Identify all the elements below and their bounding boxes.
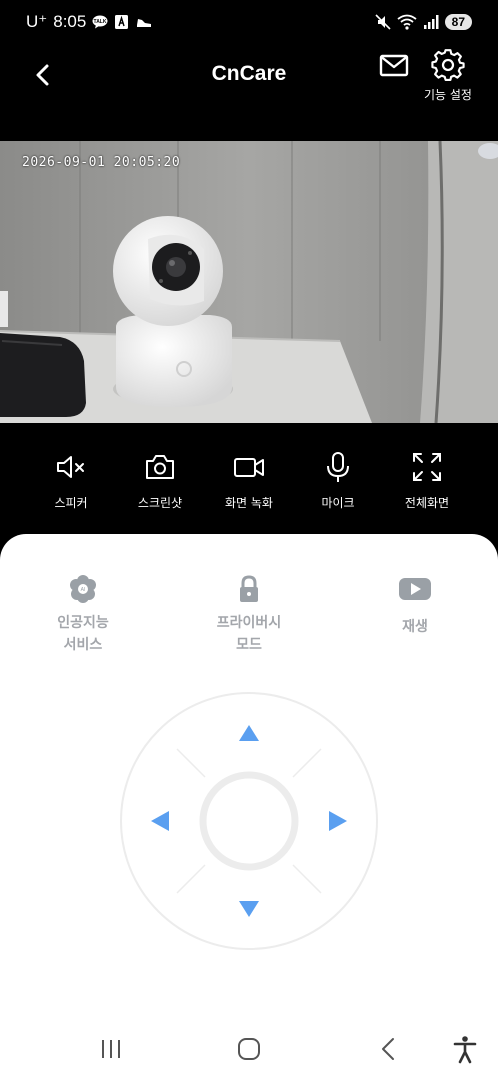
signal-icon [423, 15, 439, 29]
status-right: 87 [375, 14, 472, 30]
talk-icon: TALK [92, 15, 108, 29]
svg-text:AI: AI [81, 587, 86, 593]
privacy-mode-label-1: 프라이버시 [216, 615, 282, 631]
microphone-icon [327, 452, 349, 482]
fullscreen-label: 전체화면 [404, 496, 450, 510]
home-icon[interactable] [234, 1034, 264, 1064]
status-bar: U⁺ 8:05 TALK 87 [0, 0, 498, 44]
privacy-mode-label-2: 모드 [236, 637, 262, 653]
svg-text:TALK: TALK [94, 19, 107, 25]
microphone-button[interactable]: 마이크 [293, 450, 383, 511]
mute-icon [375, 14, 391, 30]
settings-button[interactable]: 기능 설정 [418, 48, 478, 108]
gear-icon [431, 49, 465, 81]
fullscreen-icon [413, 453, 441, 481]
ai-service-label-1: 인공지능 [57, 615, 109, 631]
status-left: U⁺ 8:05 TALK [26, 12, 152, 32]
battery-indicator: 87 [444, 14, 472, 30]
speaker-muted-icon [57, 456, 84, 478]
microphone-label: 마이크 [321, 496, 355, 510]
wifi-icon [397, 14, 417, 30]
screen-record-button[interactable]: 화면 녹화 [204, 450, 294, 511]
play-icon [399, 578, 431, 600]
status-time: 8:05 [53, 12, 87, 31]
camera-icon [146, 455, 174, 479]
playback-label: 재생 [402, 619, 428, 635]
settings-label: 기능 설정 [424, 88, 472, 102]
fullscreen-button[interactable]: 전체화면 [382, 450, 472, 511]
recent-apps-icon[interactable] [96, 1034, 126, 1064]
screenshot-label: 스크린샷 [137, 496, 183, 510]
control-panel: AI 인공지능 서비스 프라이버시 모드 재생 [0, 534, 498, 1080]
video-record-icon [234, 458, 264, 477]
ptz-joystick[interactable] [119, 691, 379, 951]
screenshot-button[interactable]: 스크린샷 [115, 450, 205, 511]
ai-service-button[interactable]: AI 인공지능 서비스 [23, 574, 143, 656]
privacy-mode-button[interactable]: 프라이버시 모드 [189, 574, 309, 656]
ai-flower-icon: AI [70, 575, 96, 603]
video-frame-image [0, 141, 498, 423]
speaker-label: 스피커 [54, 496, 88, 510]
screen-record-label: 화면 녹화 [225, 496, 273, 510]
system-nav-bar [0, 1020, 498, 1080]
carrier-label: U⁺ [26, 12, 48, 31]
nav-back-icon[interactable] [374, 1034, 404, 1064]
video-controls: 스피커 스크린샷 화면 녹화 마이크 전체화면 [0, 450, 498, 520]
ai-service-label-2: 서비스 [63, 637, 103, 653]
app-header: CnCare 기능 설정 [0, 44, 498, 134]
playback-button[interactable]: 재생 [355, 574, 475, 638]
speaker-button[interactable]: 스피커 [26, 450, 116, 511]
a-icon [115, 15, 129, 29]
lock-icon [240, 575, 258, 602]
video-timestamp: 2026-09-01 20:05:20 [22, 155, 181, 170]
camera-video-feed[interactable]: 2026-09-01 20:05:20 [0, 141, 498, 423]
shoe-icon [137, 19, 152, 27]
accessibility-icon[interactable] [450, 1034, 480, 1064]
mail-icon[interactable] [378, 52, 410, 80]
